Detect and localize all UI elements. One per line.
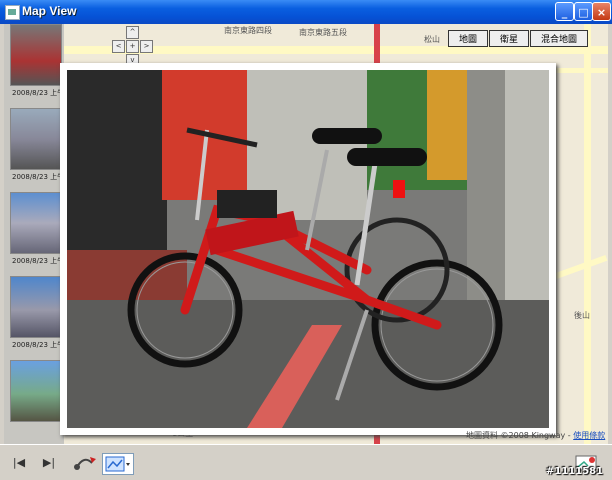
next-photo-button[interactable]: ▶| bbox=[38, 453, 60, 473]
thumbnail-date: 2008/8/23 上午 bbox=[12, 173, 65, 181]
thumbnail-date: 2008/8/23 上午 bbox=[12, 257, 65, 265]
photo-thumbnail[interactable] bbox=[10, 192, 62, 254]
attribution-text: 地圖資料 ©2008 Kingway - bbox=[466, 431, 574, 440]
pan-up-button[interactable]: ^ bbox=[126, 26, 139, 39]
thumbnail-date: 2008/8/23 上午 bbox=[12, 89, 65, 97]
map-road bbox=[554, 254, 608, 280]
tab-map[interactable]: 地圖 bbox=[448, 30, 489, 47]
photo-thumbnail[interactable] bbox=[10, 276, 62, 338]
map-view-window: Map View _ □ × 2008/8/23 上午 2008/8/23 上午… bbox=[0, 0, 612, 480]
photo-thumbnail-list[interactable]: 2008/8/23 上午 2008/8/23 上午 2008/8/23 上午 2… bbox=[4, 24, 64, 444]
maximize-button[interactable]: □ bbox=[574, 2, 593, 21]
map-app-icon bbox=[5, 5, 20, 20]
route-icon[interactable] bbox=[72, 453, 98, 473]
folding-bike-photo bbox=[67, 70, 549, 428]
map-attribution: 地圖資料 ©2008 Kingway - 使用條款 bbox=[466, 430, 605, 441]
map-label: 南京東路四段 bbox=[224, 26, 272, 35]
map-type-tabs: 地圖 衛星 混合地圖 bbox=[448, 27, 589, 47]
previous-photo-button[interactable]: |◀ bbox=[8, 453, 30, 473]
photo-thumbnail[interactable] bbox=[10, 108, 62, 170]
map-layer-dropdown-icon[interactable] bbox=[102, 453, 134, 475]
map-label: 南京東路五段 bbox=[299, 28, 347, 37]
photo-preview-image bbox=[67, 70, 549, 428]
photo-preview-frame[interactable] bbox=[60, 63, 556, 435]
close-button[interactable]: × bbox=[592, 2, 611, 21]
map-label: 松山 bbox=[424, 35, 440, 44]
pan-center-button[interactable]: + bbox=[126, 40, 139, 53]
map-label: 後山 bbox=[574, 311, 590, 320]
terms-of-use-link[interactable]: 使用條款 bbox=[573, 431, 605, 440]
window-title: Map View bbox=[22, 4, 77, 18]
map-road bbox=[584, 24, 591, 444]
watermark-text: #1111581 bbox=[546, 466, 604, 477]
tab-hybrid[interactable]: 混合地圖 bbox=[530, 30, 589, 47]
photo-thumbnail[interactable] bbox=[10, 360, 62, 422]
tab-satellite[interactable]: 衛星 bbox=[489, 30, 530, 47]
pan-left-button[interactable]: < bbox=[112, 40, 125, 53]
bottom-toolbar: |◀ ▶| bbox=[0, 444, 612, 480]
title-bar[interactable]: Map View _ □ × bbox=[0, 0, 612, 24]
thumbnail-date: 2008/8/23 上午 bbox=[12, 341, 65, 349]
minimize-button[interactable]: _ bbox=[555, 2, 574, 21]
client-area: 2008/8/23 上午 2008/8/23 上午 2008/8/23 上午 2… bbox=[4, 24, 608, 444]
pan-right-button[interactable]: > bbox=[140, 40, 153, 53]
photo-thumbnail[interactable] bbox=[10, 24, 62, 86]
